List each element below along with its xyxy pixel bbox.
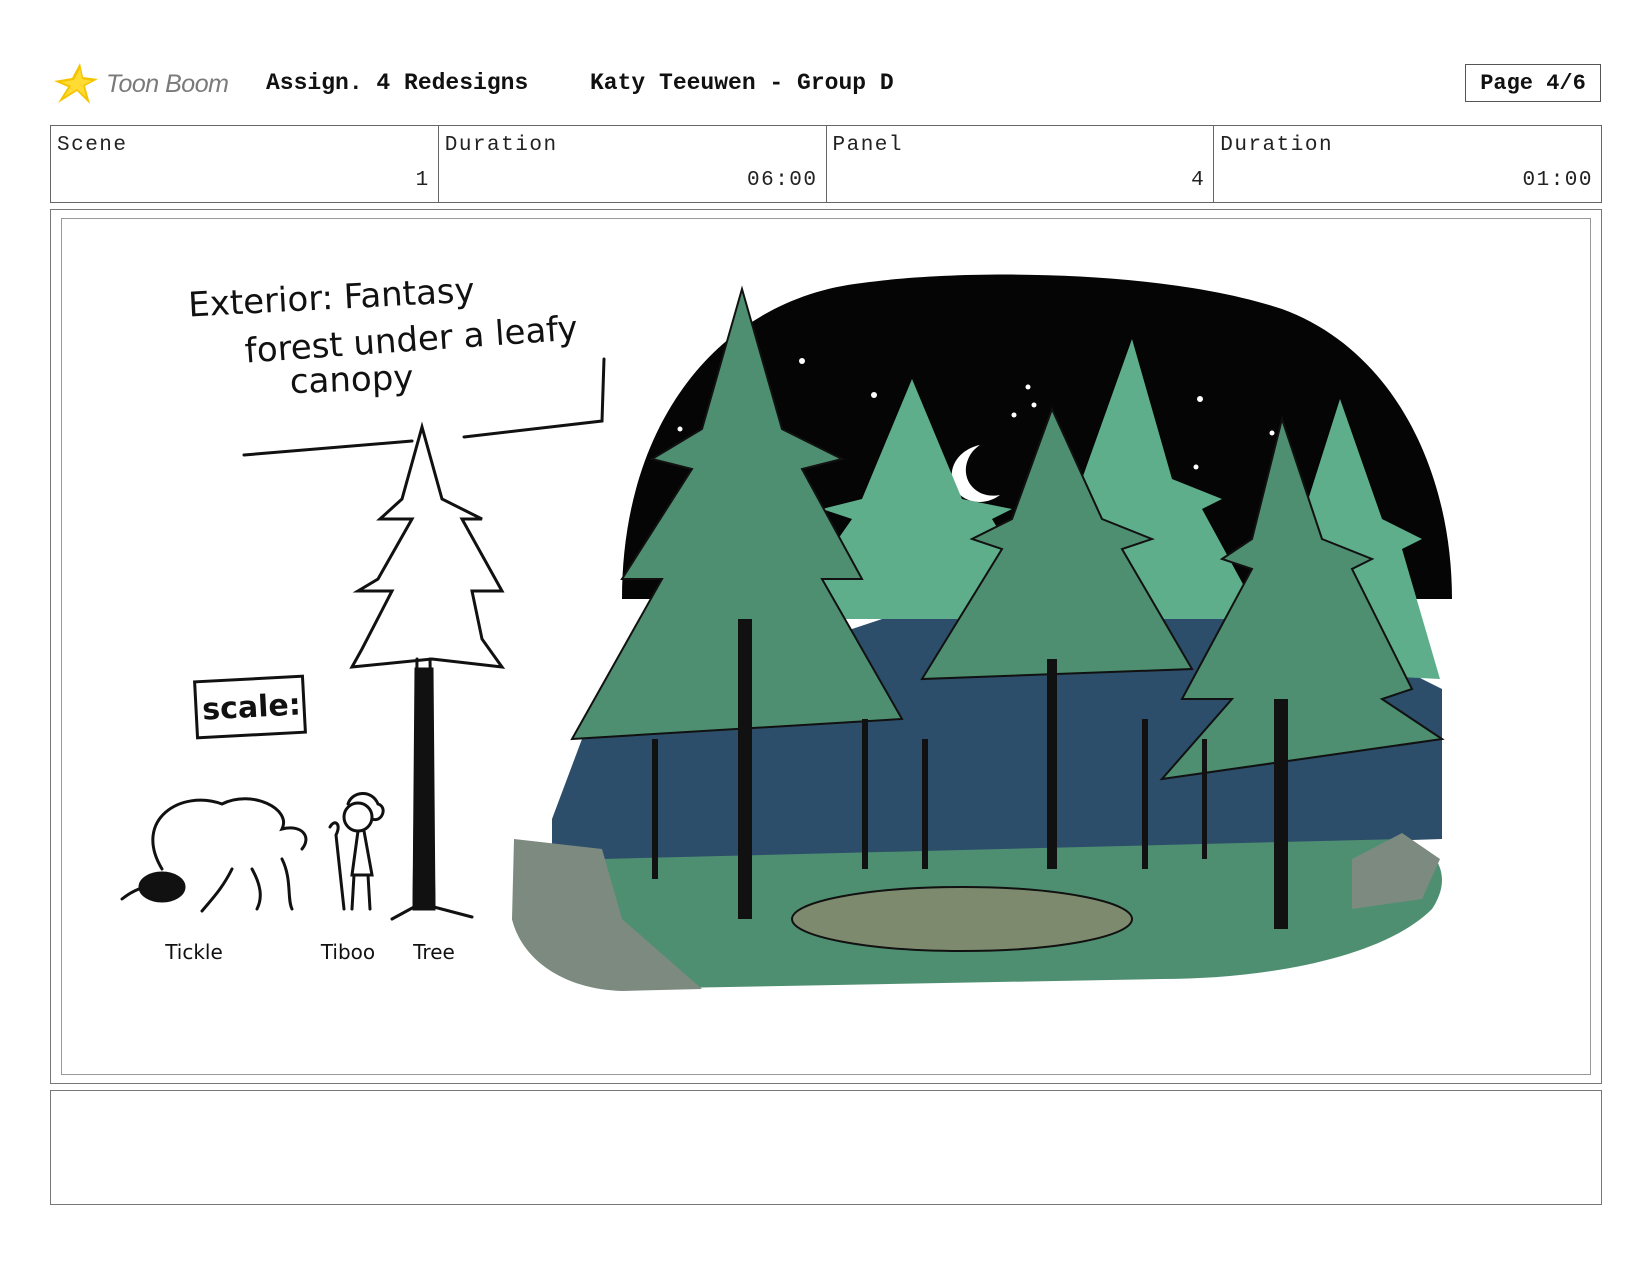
project-title: Assign. 4 Redesigns bbox=[266, 70, 529, 96]
toon-boom-logo: Toon Boom bbox=[52, 58, 229, 110]
page-indicator: Page 4/6 bbox=[1465, 64, 1601, 102]
scene-info-table: Scene 1 Duration 06:00 Panel 4 Duration … bbox=[50, 125, 1602, 203]
panel-label: Panel bbox=[832, 134, 904, 157]
caption-line-1: Exterior: Fantasy bbox=[187, 271, 475, 326]
scene-duration-cell: Duration 06:00 bbox=[439, 126, 827, 202]
location-caption: Exterior: Fantasy forest under a leafy c… bbox=[187, 271, 606, 457]
toon-boom-star-icon bbox=[54, 63, 98, 104]
panel-duration-label: Duration bbox=[1220, 134, 1334, 157]
scale-label: scale: bbox=[201, 687, 301, 727]
caption-line-3: canopy bbox=[289, 358, 414, 402]
tiboo-character-sketch bbox=[328, 792, 385, 911]
panel-cell: Panel 4 bbox=[827, 126, 1215, 202]
panel-duration-value: 01:00 bbox=[1522, 169, 1593, 192]
logo-text: Toon Boom bbox=[106, 69, 229, 98]
scene-value: 1 bbox=[415, 169, 430, 192]
scale-label-box: scale: bbox=[193, 674, 307, 740]
clearing bbox=[791, 886, 1133, 952]
scene-duration-label: Duration bbox=[444, 134, 558, 157]
panel-duration-cell: Duration 01:00 bbox=[1214, 126, 1601, 202]
forest-illustration bbox=[512, 274, 1452, 991]
panel-notes-box bbox=[50, 1090, 1602, 1205]
character-label-tickle: Tickle bbox=[164, 940, 223, 964]
character-label-tiboo: Tiboo bbox=[320, 940, 375, 964]
author-label: Katy Teeuwen - Group D bbox=[590, 70, 894, 96]
scene-cell: Scene 1 bbox=[51, 126, 439, 202]
panel-artwork-frame: Exterior: Fantasy forest under a leafy c… bbox=[61, 218, 1591, 1075]
scene-label: Scene bbox=[57, 134, 128, 157]
panel-artwork: Exterior: Fantasy forest under a leafy c… bbox=[120, 271, 1452, 991]
scale-tree-sketch bbox=[349, 421, 506, 921]
character-label-tree: Tree bbox=[412, 940, 455, 964]
tickle-creature-sketch bbox=[120, 797, 308, 913]
storyboard-panel: Exterior: Fantasy forest under a leafy c… bbox=[50, 209, 1602, 1084]
scene-duration-value: 06:00 bbox=[746, 169, 818, 192]
panel-value: 4 bbox=[1191, 169, 1206, 192]
